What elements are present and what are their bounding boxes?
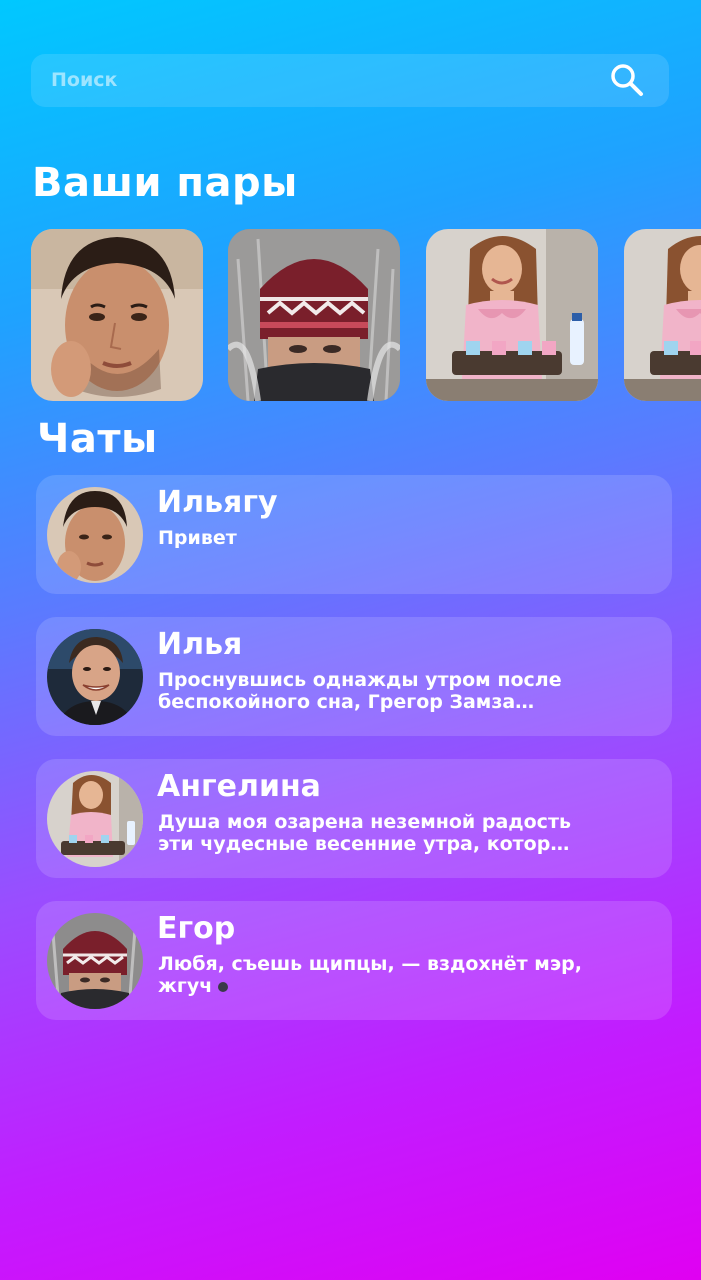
- matches-carousel[interactable]: [31, 229, 701, 401]
- avatar-smiling-man: [47, 629, 143, 725]
- chat-name: Илья: [157, 627, 243, 662]
- chat-item[interactable]: Ангелина Душа моя озарена неземной радос…: [36, 759, 672, 878]
- chat-last-message: Душа моя озарена неземной радость эти чу…: [158, 811, 571, 855]
- match-photo-young-man: [31, 229, 203, 401]
- chat-name: Ангелина: [157, 769, 321, 804]
- match-card[interactable]: [228, 229, 400, 401]
- search-icon[interactable]: [609, 62, 645, 98]
- search-bar[interactable]: Поиск: [31, 54, 669, 107]
- avatar: [47, 913, 143, 1009]
- match-photo-woman-kitchen: [426, 229, 598, 401]
- matches-title: Ваши пары: [32, 160, 298, 206]
- chat-name: Егор: [157, 911, 236, 946]
- avatar: [47, 771, 143, 867]
- search-input[interactable]: Поиск: [51, 69, 117, 91]
- typing-indicator-icon: [218, 981, 229, 992]
- chat-item[interactable]: Егор Любя, съешь щипцы, — вздохнёт мэр, …: [36, 901, 672, 1020]
- match-photo-woman-kitchen: [624, 229, 701, 401]
- match-card[interactable]: [426, 229, 598, 401]
- chat-last-message: Проснувшись однажды утром после беспокой…: [158, 669, 562, 713]
- avatar-woman-kitchen: [47, 771, 143, 867]
- avatar-young-man: [47, 487, 143, 583]
- chat-item[interactable]: Ильягу Привет: [36, 475, 672, 594]
- avatar: [47, 629, 143, 725]
- chat-name: Ильягу: [157, 485, 278, 520]
- chats-title: Чаты: [37, 416, 158, 462]
- chat-last-message: Любя, съешь щипцы, — вздохнёт мэр, жгуч: [158, 953, 588, 997]
- chat-item[interactable]: Илья Проснувшись однажды утром после бес…: [36, 617, 672, 736]
- avatar: [47, 487, 143, 583]
- match-card[interactable]: [31, 229, 203, 401]
- match-card[interactable]: [624, 229, 701, 401]
- match-photo-winter-man: [228, 229, 400, 401]
- avatar-winter-man: [47, 913, 143, 1009]
- chat-last-message: Привет: [158, 527, 237, 549]
